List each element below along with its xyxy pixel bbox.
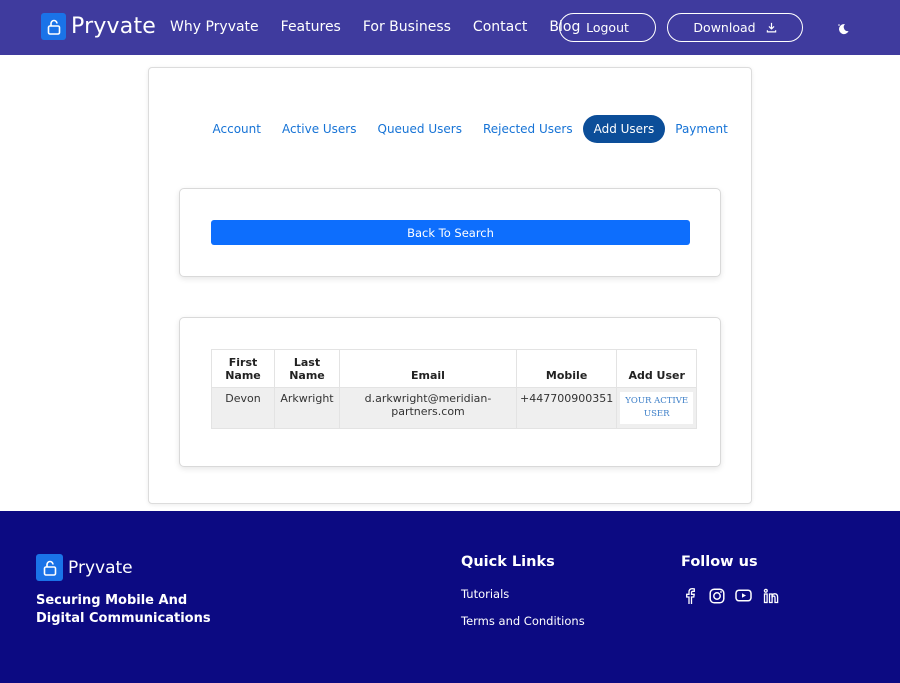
top-navbar: Pryvate Why Pryvate Features For Busines… bbox=[0, 0, 900, 55]
nav-features[interactable]: Features bbox=[281, 19, 341, 35]
logout-button[interactable]: Logout bbox=[559, 13, 656, 42]
social-links bbox=[681, 587, 789, 604]
your-active-user-label: YOUR ACTIVE USER bbox=[620, 392, 694, 424]
nav-why-pryvate[interactable]: Why Pryvate bbox=[170, 19, 259, 35]
download-label: Download bbox=[693, 20, 756, 35]
facebook-icon[interactable] bbox=[681, 587, 698, 604]
nav-contact[interactable]: Contact bbox=[473, 19, 527, 35]
linkedin-icon[interactable] bbox=[762, 587, 779, 604]
account-tabs: Account Active Users Queued Users Reject… bbox=[202, 115, 738, 143]
col-mobile: Mobile bbox=[515, 349, 618, 388]
back-to-search-button[interactable]: Back To Search bbox=[211, 220, 690, 245]
search-panel: Back To Search bbox=[179, 188, 721, 277]
brand-logo[interactable]: Pryvate bbox=[41, 13, 156, 40]
cell-last-name: Arkwright bbox=[274, 387, 340, 429]
footer-tagline: Securing Mobile And Digital Communicatio… bbox=[36, 593, 211, 626]
download-button[interactable]: Download bbox=[667, 13, 803, 42]
lock-icon bbox=[36, 554, 63, 581]
results-panel: First Name Last Name Email Mobile Add Us… bbox=[179, 317, 721, 467]
lock-icon bbox=[41, 13, 66, 40]
users-table: First Name Last Name Email Mobile Add Us… bbox=[211, 349, 698, 429]
table-header-row: First Name Last Name Email Mobile Add Us… bbox=[211, 349, 698, 388]
link-terms-and-conditions[interactable]: Terms and Conditions bbox=[461, 614, 585, 628]
footer-logo[interactable]: Pryvate bbox=[36, 554, 133, 581]
tab-active-users[interactable]: Active Users bbox=[271, 115, 367, 143]
quick-links-heading: Quick Links bbox=[461, 554, 555, 570]
col-first-name: First Name bbox=[211, 349, 275, 388]
footer-brand-name: Pryvate bbox=[68, 557, 133, 578]
download-icon bbox=[766, 22, 776, 33]
brand-name: Pryvate bbox=[71, 14, 157, 39]
col-email: Email bbox=[339, 349, 517, 388]
tab-rejected-users[interactable]: Rejected Users bbox=[472, 115, 583, 143]
cell-email: d.arkwright@meridian-partners.com bbox=[339, 387, 517, 429]
footer: Pryvate Securing Mobile And Digital Comm… bbox=[0, 511, 900, 683]
tab-account[interactable]: Account bbox=[202, 115, 271, 143]
instagram-icon[interactable] bbox=[708, 587, 725, 604]
col-add-user: Add User bbox=[616, 349, 698, 388]
cell-first-name: Devon bbox=[211, 387, 275, 429]
logout-label: Logout bbox=[586, 20, 629, 35]
nav-for-business[interactable]: For Business bbox=[363, 19, 451, 35]
link-tutorials[interactable]: Tutorials bbox=[461, 587, 509, 601]
cell-add-user: YOUR ACTIVE USER bbox=[616, 387, 698, 429]
moon-icon[interactable] bbox=[836, 21, 850, 40]
follow-us-heading: Follow us bbox=[681, 554, 758, 570]
main-nav: Why Pryvate Features For Business Contac… bbox=[170, 19, 602, 35]
cell-mobile: +447700900351 bbox=[515, 387, 618, 429]
tab-payment[interactable]: Payment bbox=[665, 115, 739, 143]
col-last-name: Last Name bbox=[274, 349, 340, 388]
youtube-icon[interactable] bbox=[735, 587, 752, 604]
table-row: Devon Arkwright d.arkwright@meridian-par… bbox=[211, 387, 698, 429]
tab-queued-users[interactable]: Queued Users bbox=[367, 115, 472, 143]
tab-add-users[interactable]: Add Users bbox=[583, 115, 665, 143]
